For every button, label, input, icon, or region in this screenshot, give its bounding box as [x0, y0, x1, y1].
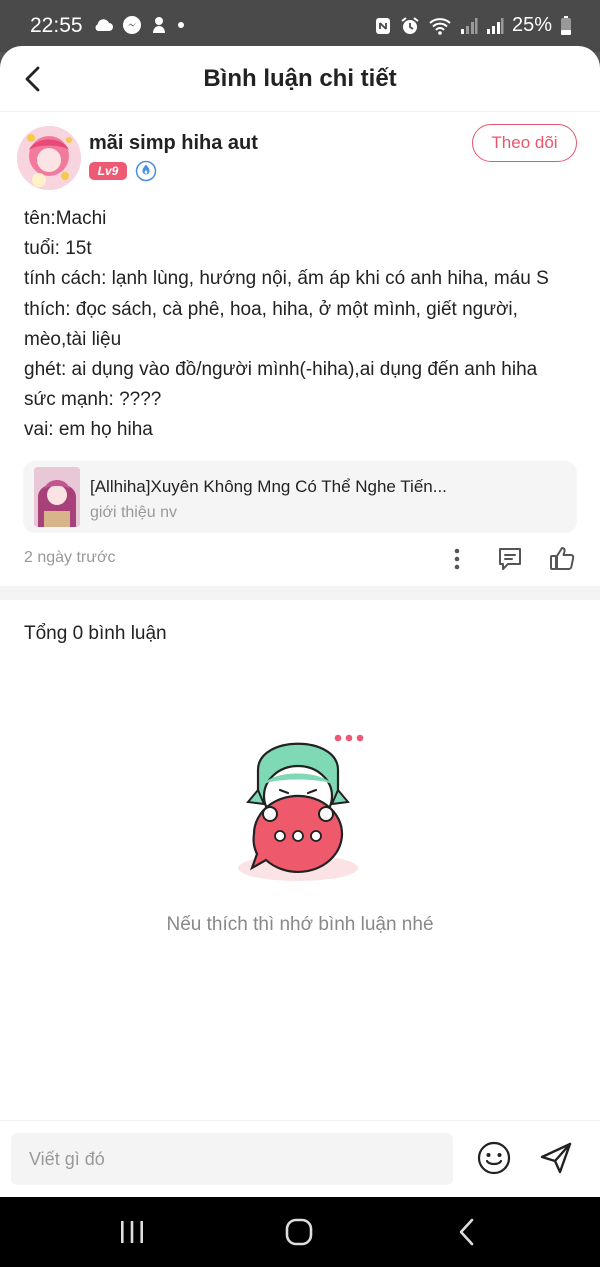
linked-story-cover	[34, 467, 80, 527]
battery-percent: 25%	[511, 14, 552, 36]
recent-apps-icon[interactable]	[118, 1219, 146, 1245]
empty-comments-illustration	[238, 734, 364, 881]
send-icon[interactable]	[538, 1140, 574, 1176]
post-line: sức mạnh: ????	[24, 389, 162, 411]
signal-icon	[486, 17, 504, 34]
nfc-icon	[375, 17, 390, 34]
emoji-icon[interactable]	[477, 1141, 511, 1175]
comment-input[interactable]	[11, 1133, 453, 1185]
comment-input-bar	[0, 1120, 600, 1197]
post-line: mèo,tài liệu	[24, 328, 122, 350]
level-badge: Lv9	[89, 162, 127, 180]
post-body: tên:Machi tuổi: 15t tính cách: lạnh lùng…	[24, 204, 584, 446]
status-left-icons	[92, 15, 186, 35]
comment-count: Tổng 0 bình luận	[24, 623, 167, 644]
status-time: 22:55	[30, 14, 83, 37]
post-line: tên:Machi	[24, 208, 107, 229]
linked-story-subtitle: giới thiệu nv	[90, 504, 177, 521]
home-icon[interactable]	[284, 1217, 314, 1247]
linked-story-title: [Allhiha]Xuyên Không Mng Có Thể Nghe Tiế…	[90, 477, 447, 496]
post-line: tính cách: lạnh lùng, hướng nội, ấm áp k…	[24, 268, 549, 290]
system-nav-bar	[0, 1197, 600, 1267]
more-options-icon[interactable]	[446, 546, 468, 572]
post-line: tuổi: 15t	[24, 238, 92, 260]
messenger-icon	[123, 16, 141, 34]
linked-story-card[interactable]: [Allhiha]Xuyên Không Mng Có Thể Nghe Tiế…	[23, 461, 577, 533]
verified-badge-icon	[135, 160, 157, 182]
status-bar: 22:55 25%	[0, 0, 600, 52]
author-row: mãi simp hiha aut Lv9 Theo dõi	[0, 122, 600, 202]
avatar[interactable]	[17, 126, 81, 190]
post-meta-row: 2 ngày trước	[0, 538, 600, 580]
post-line: vai: em họ hiha	[24, 419, 153, 441]
notification-icon	[153, 17, 165, 33]
empty-comments-text: Nếu thích thì nhớ bình luận nhé	[166, 914, 434, 935]
author-name[interactable]: mãi simp hiha aut	[89, 132, 258, 155]
post-line: thích: đọc sách, cà phê, hoa, hiha, ở mộ…	[24, 298, 518, 320]
like-icon[interactable]	[548, 544, 576, 572]
cover-image	[34, 467, 80, 527]
battery-icon	[561, 15, 571, 35]
section-divider	[0, 586, 600, 600]
alarm-icon	[401, 16, 419, 34]
nav-back-icon[interactable]	[455, 1217, 479, 1247]
status-right-icons: 25%	[374, 14, 572, 37]
page-title: Bình luận chi tiết	[203, 65, 397, 92]
post-timestamp: 2 ngày trước	[24, 549, 116, 566]
avatar-image	[17, 126, 81, 190]
signal-icon	[460, 17, 478, 34]
app-sheet: Bình luận chi tiết mãi simp hiha aut Lv9…	[0, 46, 600, 1197]
header: Bình luận chi tiết	[0, 46, 600, 112]
dot-icon	[178, 22, 184, 28]
comment-icon[interactable]	[496, 545, 524, 573]
post-line: ghét: ai dụng vào đồ/người mình(-hiha),a…	[24, 359, 538, 381]
follow-button[interactable]: Theo dõi	[472, 124, 577, 162]
cloud-icon	[95, 19, 113, 31]
wifi-icon	[429, 17, 451, 35]
